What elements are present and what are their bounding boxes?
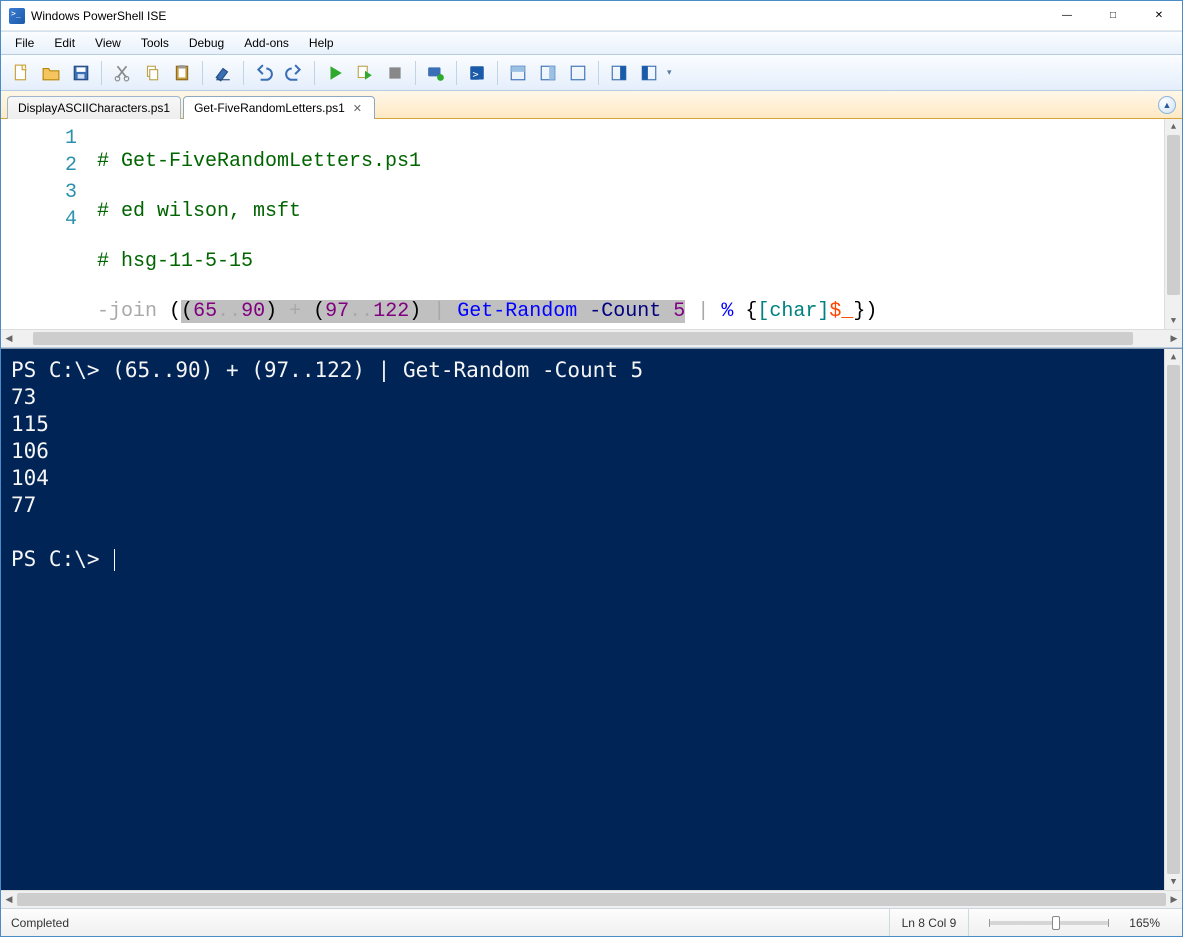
scroll-up-icon[interactable]: ▲ bbox=[1165, 349, 1182, 365]
console[interactable]: PS C:\> (65..90) + (97..122) | Get-Rando… bbox=[1, 349, 1182, 890]
window-title: Windows PowerShell ISE bbox=[31, 9, 1044, 23]
cursor bbox=[114, 549, 115, 571]
titlebar: Windows PowerShell ISE — □ ✕ bbox=[1, 1, 1182, 31]
collapse-script-pane-icon[interactable]: ▲ bbox=[1158, 96, 1176, 114]
scroll-left-icon[interactable]: ◀ bbox=[1, 333, 17, 344]
console-pane: PS C:\> (65..90) + (97..122) | Get-Rando… bbox=[1, 348, 1182, 908]
show-script-top-button[interactable] bbox=[504, 59, 532, 87]
menu-view[interactable]: View bbox=[85, 33, 131, 53]
menu-file[interactable]: File bbox=[5, 33, 44, 53]
clear-console-button[interactable] bbox=[209, 59, 237, 87]
start-powershell-button[interactable]: >_ bbox=[463, 59, 491, 87]
script-pane: 1 2 3 4 # Get-FiveRandomLetters.ps1 # ed… bbox=[1, 119, 1182, 348]
zoom-value: 165% bbox=[1129, 909, 1172, 936]
menu-edit[interactable]: Edit bbox=[44, 33, 85, 53]
status-state: Completed bbox=[11, 916, 69, 930]
scroll-up-icon[interactable]: ▲ bbox=[1165, 119, 1182, 135]
zoom-knob[interactable] bbox=[1052, 916, 1060, 930]
scroll-right-icon[interactable]: ▶ bbox=[1166, 894, 1182, 905]
tab-get-five-random[interactable]: Get-FiveRandomLetters.ps1 ✕ bbox=[183, 96, 375, 119]
menu-addons[interactable]: Add-ons bbox=[234, 33, 299, 53]
editor-horizontal-scrollbar[interactable]: ◀ ▶ bbox=[1, 329, 1182, 347]
show-script-right-button[interactable] bbox=[534, 59, 562, 87]
close-button[interactable]: ✕ bbox=[1136, 1, 1182, 31]
show-command-addon-button[interactable] bbox=[635, 59, 663, 87]
scroll-down-icon[interactable]: ▼ bbox=[1165, 874, 1182, 890]
scroll-right-icon[interactable]: ▶ bbox=[1166, 333, 1182, 344]
show-script-max-button[interactable] bbox=[564, 59, 592, 87]
console-vertical-scrollbar[interactable]: ▲ ▼ bbox=[1164, 349, 1182, 890]
console-output[interactable]: PS C:\> (65..90) + (97..122) | Get-Rando… bbox=[11, 357, 1164, 882]
app-icon bbox=[9, 8, 25, 24]
scroll-down-icon[interactable]: ▼ bbox=[1165, 313, 1182, 329]
copy-button[interactable] bbox=[138, 59, 166, 87]
tab-strip: DisplayASCIICharacters.ps1 Get-FiveRando… bbox=[1, 91, 1182, 119]
toolbar: >_ ▾ bbox=[1, 55, 1182, 91]
run-selection-button[interactable] bbox=[351, 59, 379, 87]
menu-help[interactable]: Help bbox=[299, 33, 344, 53]
new-remote-tab-button[interactable] bbox=[422, 59, 450, 87]
menu-debug[interactable]: Debug bbox=[179, 33, 234, 53]
scroll-thumb[interactable] bbox=[1167, 365, 1180, 874]
stop-button[interactable] bbox=[381, 59, 409, 87]
toolbar-overflow-icon[interactable]: ▾ bbox=[667, 67, 672, 78]
statusbar: Completed Ln 8 Col 9 165% bbox=[1, 908, 1182, 936]
status-position: Ln 8 Col 9 bbox=[889, 909, 969, 936]
save-button[interactable] bbox=[67, 59, 95, 87]
svg-text:>_: >_ bbox=[473, 69, 486, 80]
tab-close-icon[interactable]: ✕ bbox=[351, 102, 364, 115]
scroll-thumb[interactable] bbox=[33, 332, 1133, 345]
tab-label: DisplayASCIICharacters.ps1 bbox=[18, 101, 170, 115]
open-file-button[interactable] bbox=[37, 59, 65, 87]
zoom-control[interactable] bbox=[968, 909, 1129, 936]
redo-button[interactable] bbox=[280, 59, 308, 87]
show-command-button[interactable] bbox=[605, 59, 633, 87]
code-editor[interactable]: 1 2 3 4 # Get-FiveRandomLetters.ps1 # ed… bbox=[1, 119, 1182, 329]
cut-button[interactable] bbox=[108, 59, 136, 87]
new-file-button[interactable] bbox=[7, 59, 35, 87]
editor-vertical-scrollbar[interactable]: ▲ ▼ bbox=[1164, 119, 1182, 329]
zoom-slider[interactable] bbox=[989, 921, 1109, 925]
code-content[interactable]: # Get-FiveRandomLetters.ps1 # ed wilson,… bbox=[91, 119, 1164, 329]
tab-display-ascii[interactable]: DisplayASCIICharacters.ps1 bbox=[7, 96, 181, 119]
maximize-button[interactable]: □ bbox=[1090, 1, 1136, 31]
scroll-left-icon[interactable]: ◀ bbox=[1, 894, 17, 905]
scroll-thumb[interactable] bbox=[1167, 135, 1180, 295]
tab-label: Get-FiveRandomLetters.ps1 bbox=[194, 101, 345, 115]
menubar: File Edit View Tools Debug Add-ons Help bbox=[1, 31, 1182, 55]
line-gutter: 1 2 3 4 bbox=[1, 119, 91, 329]
menu-tools[interactable]: Tools bbox=[131, 33, 179, 53]
minimize-button[interactable]: — bbox=[1044, 1, 1090, 31]
paste-button[interactable] bbox=[168, 59, 196, 87]
undo-button[interactable] bbox=[250, 59, 278, 87]
console-horizontal-scrollbar[interactable]: ◀ ▶ bbox=[1, 890, 1182, 908]
scroll-thumb[interactable] bbox=[17, 893, 1166, 906]
run-script-button[interactable] bbox=[321, 59, 349, 87]
